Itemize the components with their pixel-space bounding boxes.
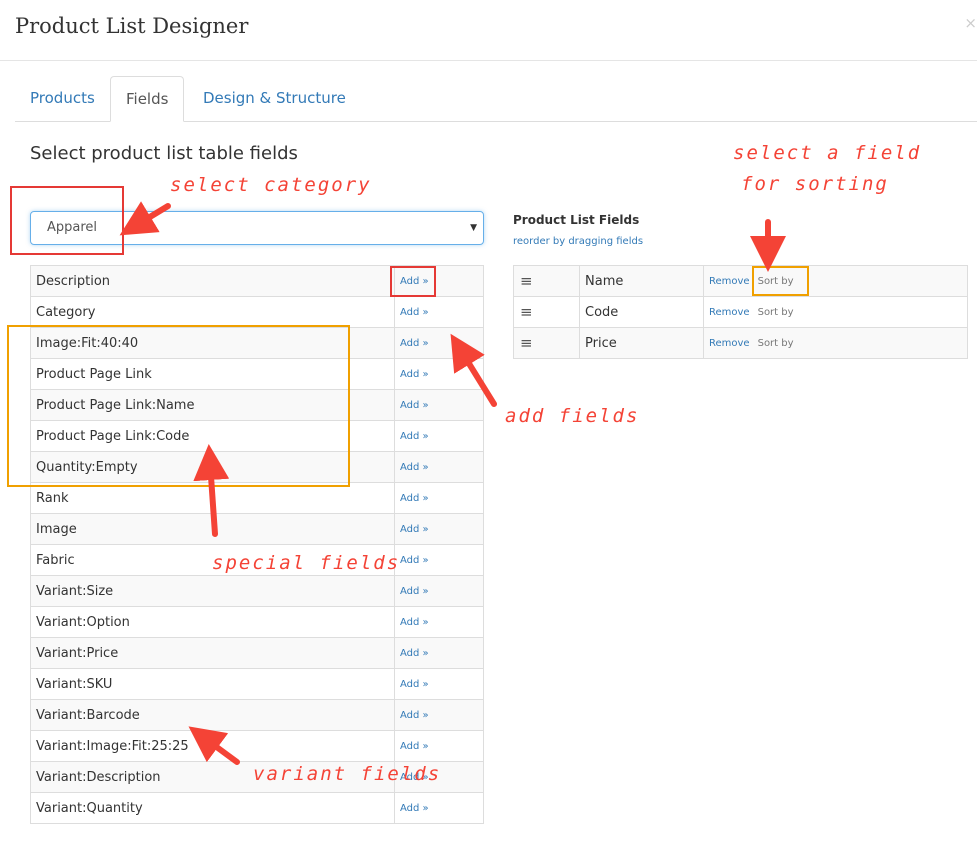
arrow-to-add	[450, 333, 497, 407]
arrow-to-special	[193, 444, 230, 537]
annotation-arrows	[119, 201, 786, 765]
arrow-to-variant	[188, 726, 240, 765]
arrow-to-select	[119, 201, 171, 236]
